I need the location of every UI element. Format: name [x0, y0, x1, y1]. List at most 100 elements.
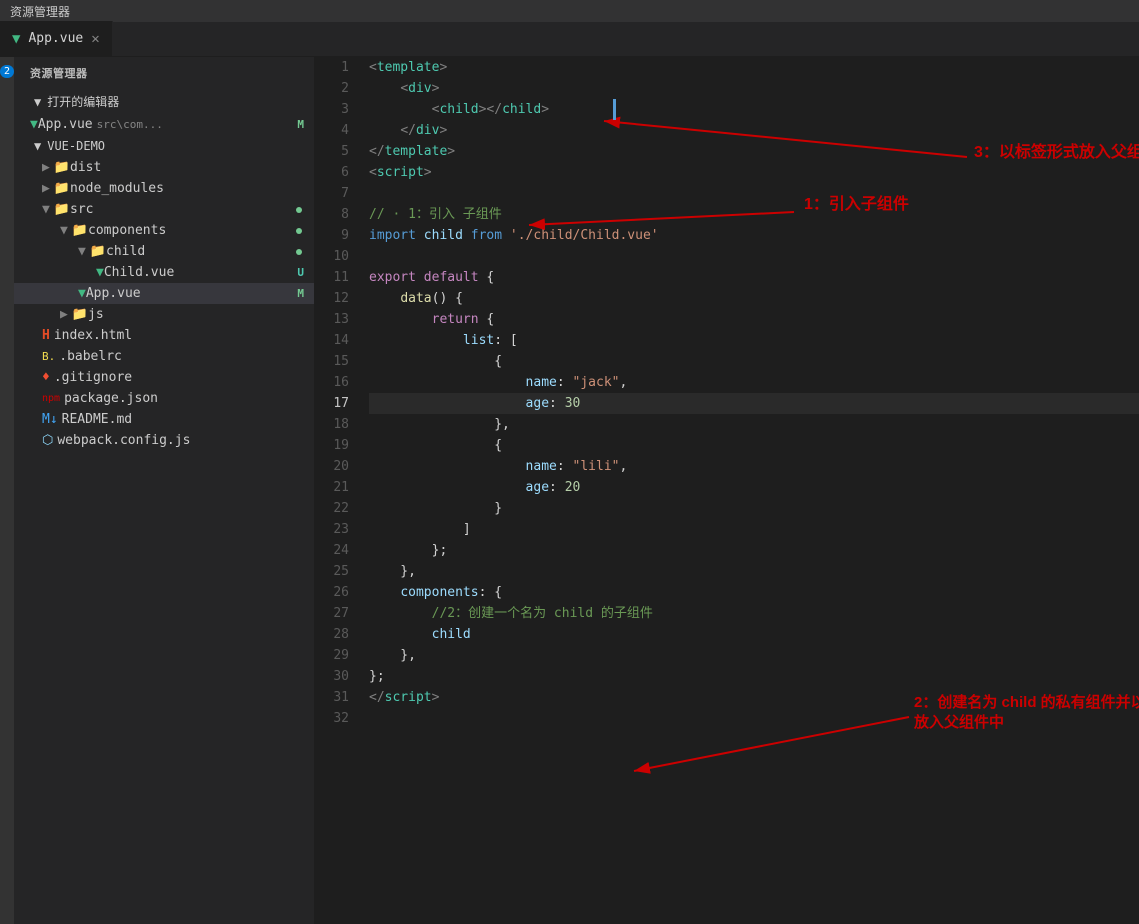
code-line-28: child	[369, 624, 1139, 645]
package-json-item[interactable]: npm package.json	[14, 388, 314, 409]
ln-8: 8	[314, 204, 349, 225]
index-html-item[interactable]: H index.html	[14, 325, 314, 346]
code-line-8: // · 1：引入 子组件	[369, 204, 1139, 225]
collapse-icon: ▼	[60, 223, 68, 238]
code-line-32	[369, 708, 1139, 729]
expand-icon: ▶	[60, 307, 68, 322]
editor-area: 1 2 3 4 5 6 7 8 9 10 11 12 13 14 15 16 1…	[314, 57, 1139, 924]
ln-13: 13	[314, 309, 349, 330]
ln-30: 30	[314, 666, 349, 687]
child-vue-label: Child.vue	[104, 265, 174, 280]
js-item[interactable]: ▶ 📁 js	[14, 304, 314, 325]
ln-10: 10	[314, 246, 349, 267]
modified-dot	[296, 207, 302, 213]
ln-4: 4	[314, 120, 349, 141]
ln-23: 23	[314, 519, 349, 540]
code-line-18: },	[369, 414, 1139, 435]
ln-25: 25	[314, 561, 349, 582]
code-line-9: import child from './child/Child.vue'	[369, 225, 1139, 246]
modified-dot	[296, 249, 302, 255]
code-line-21: age: 20	[369, 477, 1139, 498]
code-line-13: return {	[369, 309, 1139, 330]
code-line-25: },	[369, 561, 1139, 582]
folder-icon: 📁	[54, 181, 70, 196]
babel-icon: B.	[42, 350, 55, 363]
sidebar: 资源管理器 ▼ 打开的编辑器 ▼ App.vue src\com... M ▼ …	[14, 57, 314, 924]
open-app-vue-name: App.vue	[38, 117, 93, 132]
open-app-vue-badge: M	[297, 118, 304, 131]
open-editors-section[interactable]: ▼ 打开的编辑器	[14, 89, 314, 114]
ln-19: 19	[314, 435, 349, 456]
dist-label: dist	[70, 160, 101, 175]
babelrc-item[interactable]: B. .babelrc	[14, 346, 314, 367]
line-numbers: 1 2 3 4 5 6 7 8 9 10 11 12 13 14 15 16 1…	[314, 57, 359, 924]
code-line-2: <div>	[369, 78, 1139, 99]
close-icon[interactable]: ✕	[91, 31, 99, 47]
ln-3: 3	[314, 99, 349, 120]
code-line-20: name: "lili",	[369, 456, 1139, 477]
vue-demo-section[interactable]: ▼ VUE-DEMO	[14, 135, 314, 157]
git-icon: ♦	[42, 370, 50, 385]
ln-32: 32	[314, 708, 349, 729]
tab-label: App.vue	[28, 31, 83, 46]
components-item[interactable]: ▼ 📁 components	[14, 220, 314, 241]
components-label: components	[88, 223, 166, 238]
child-folder-item[interactable]: ▼ 📁 child	[14, 241, 314, 262]
code-line-14: list: [	[369, 330, 1139, 351]
npm-icon: npm	[42, 393, 60, 404]
code-line-17: age: 30	[369, 393, 1139, 414]
ln-1: 1	[314, 57, 349, 78]
collapse-icon: ▼	[42, 202, 50, 217]
ln-2: 2	[314, 78, 349, 99]
ln-7: 7	[314, 183, 349, 204]
app-vue-item[interactable]: ▼ App.vue M	[14, 283, 314, 304]
src-item[interactable]: ▼ 📁 src	[14, 199, 314, 220]
tab-bar: ▼ App.vue ✕	[0, 22, 1139, 57]
ln-18: 18	[314, 414, 349, 435]
index-html-label: index.html	[54, 328, 132, 343]
vue-file-icon: ▼	[30, 117, 38, 132]
src-label: src	[70, 202, 93, 217]
code-area[interactable]: <template> <div> <child></child> </div> …	[359, 57, 1139, 924]
sidebar-title: 资源管理器	[14, 57, 314, 89]
node-modules-item[interactable]: ▶ 📁 node_modules	[14, 178, 314, 199]
code-line-19: {	[369, 435, 1139, 456]
vue-icon: ▼	[12, 31, 20, 47]
webpack-item[interactable]: ⬡ webpack.config.js	[14, 430, 314, 451]
child-folder-label: child	[106, 244, 145, 259]
ln-20: 20	[314, 456, 349, 477]
gitignore-label: .gitignore	[54, 370, 132, 385]
open-editors-arrow: ▼	[34, 95, 41, 109]
vue-icon: ▼	[78, 286, 86, 301]
child-vue-item[interactable]: ▼ Child.vue U	[14, 262, 314, 283]
code-line-10	[369, 246, 1139, 267]
ln-11: 11	[314, 267, 349, 288]
main-area: 2 资源管理器 ▼ 打开的编辑器 ▼ App.vue src\com... M …	[0, 57, 1139, 924]
app-vue-label: App.vue	[86, 286, 141, 301]
activity-badge: 2	[0, 65, 14, 78]
readme-item[interactable]: M↓ README.md	[14, 409, 314, 430]
code-line-12: data() {	[369, 288, 1139, 309]
readme-label: README.md	[62, 412, 132, 427]
js-label: js	[88, 307, 104, 322]
ln-6: 6	[314, 162, 349, 183]
ln-22: 22	[314, 498, 349, 519]
ln-28: 28	[314, 624, 349, 645]
ln-16: 16	[314, 372, 349, 393]
vue-demo-arrow: ▼	[34, 139, 41, 153]
dist-item[interactable]: ▶ 📁 dist	[14, 157, 314, 178]
code-line-11: export default {	[369, 267, 1139, 288]
app-vue-tab[interactable]: ▼ App.vue ✕	[0, 21, 113, 56]
line-indicator	[613, 99, 616, 120]
expand-icon: ▶	[42, 160, 50, 175]
folder-icon: 📁	[72, 223, 88, 238]
gitignore-item[interactable]: ♦ .gitignore	[14, 367, 314, 388]
open-app-vue-item[interactable]: ▼ App.vue src\com... M	[14, 114, 314, 135]
folder-icon: 📁	[54, 160, 70, 175]
code-line-7	[369, 183, 1139, 204]
folder-icon: 📁	[54, 202, 70, 217]
vue-icon: ▼	[96, 265, 104, 280]
code-line-4: </div>	[369, 120, 1139, 141]
code-line-1: <template>	[369, 57, 1139, 78]
code-line-5: </template>	[369, 141, 1139, 162]
